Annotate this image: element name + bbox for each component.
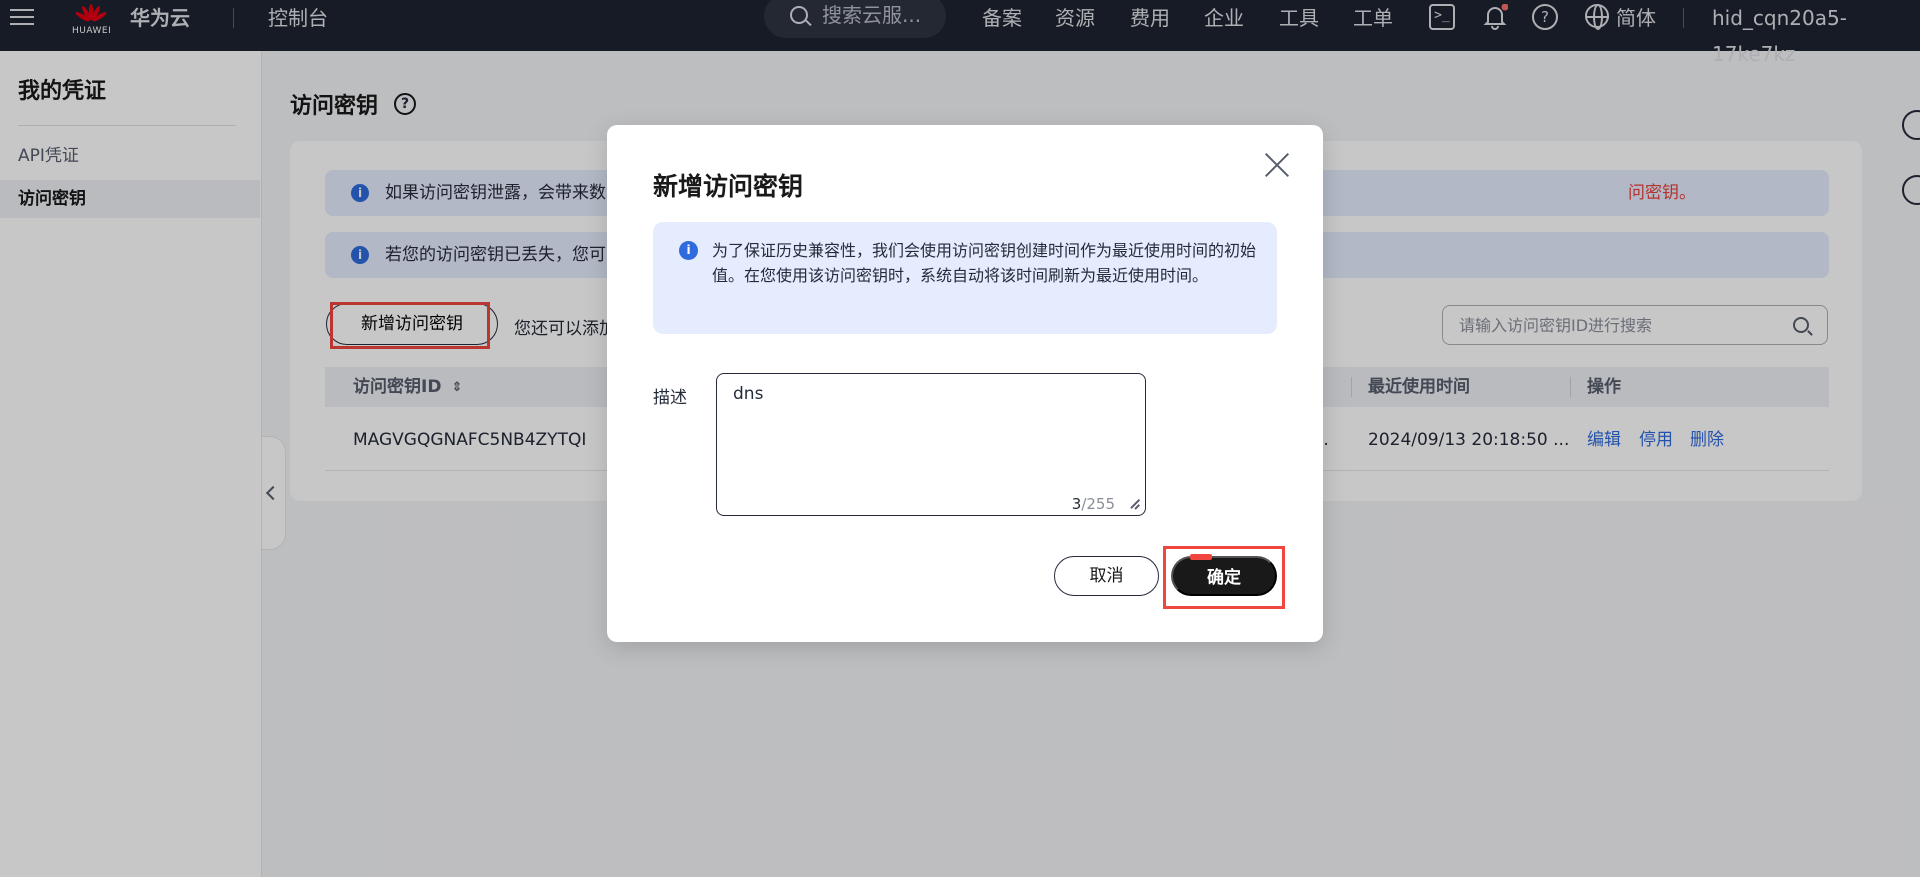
add-access-key-dialog: 新增访问密钥 i 为了保证历史兼容性，我们会使用访问密钥创建时间作为最近使用时间… — [607, 125, 1323, 642]
dialog-info-box: i 为了保证历史兼容性，我们会使用访问密钥创建时间作为最近使用时间的初始值。在您… — [653, 222, 1277, 334]
counter-max: /255 — [1081, 495, 1115, 513]
counter-current: 3 — [1071, 495, 1082, 513]
description-label: 描述 — [653, 388, 687, 408]
click-marker — [1190, 554, 1212, 560]
close-icon[interactable] — [1263, 151, 1293, 181]
cancel-button[interactable]: 取消 — [1054, 556, 1159, 596]
info-icon: i — [679, 241, 698, 260]
description-textarea[interactable]: dns — [733, 384, 1131, 480]
character-counter: 3/255 — [1072, 495, 1115, 513]
dialog-info-text: 为了保证历史兼容性，我们会使用访问密钥创建时间作为最近使用时间的初始值。在您使用… — [712, 241, 1257, 285]
confirm-button[interactable]: 确定 — [1171, 556, 1277, 596]
dialog-title: 新增访问密钥 — [653, 172, 804, 201]
resize-handle-icon[interactable] — [1129, 499, 1139, 509]
description-field[interactable]: dns 3/255 — [716, 373, 1146, 516]
